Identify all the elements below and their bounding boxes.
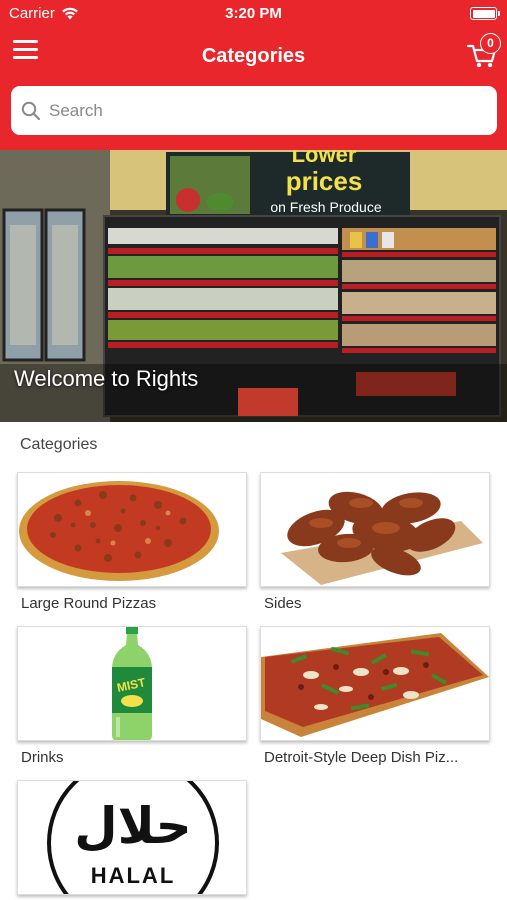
battery-icon [470,7,500,20]
welcome-banner: Lower prices on Fresh Produce Welcome to… [0,150,507,422]
chicken-wings-image [281,491,483,585]
produce-sign-line1: Lower [292,150,357,167]
deep-dish-pizza-image [261,633,489,737]
category-thumbnail: MIST [17,626,247,741]
category-card-detroit-style-deep-dish[interactable]: Detroit-Style Deep Dish Piz... [260,626,490,766]
soda-bottle-image: MIST [112,627,152,740]
top-bar: Carrier 3:20 PM Categories 0 [0,0,507,150]
category-thumbnail: حلال HALAL [17,780,247,895]
halal-logo: حلال HALAL [47,781,219,894]
category-thumbnail [260,472,490,587]
category-card-halal[interactable]: حلال HALAL [17,780,247,895]
category-label: Drinks [21,749,64,766]
category-thumbnail [17,472,247,587]
page-title: Categories [201,45,306,67]
search-input[interactable] [49,100,469,121]
category-thumbnail [260,626,490,741]
halal-text: HALAL [91,863,176,888]
category-card-drinks[interactable]: MIST Drinks [17,626,247,766]
status-time: 3:20 PM [225,5,282,22]
category-card-sides[interactable]: Sides [260,472,490,612]
halal-arabic-text: حلال [74,797,191,855]
search-icon [21,101,41,120]
category-label: Sides [264,595,302,612]
status-bar: Carrier 3:20 PM [0,0,507,28]
category-label: Detroit-Style Deep Dish Piz... [264,749,459,766]
search-bar[interactable] [11,86,497,135]
hamburger-icon [13,40,38,43]
welcome-title: Welcome to Rights [14,366,199,391]
produce-sign-line3: on Fresh Produce [270,199,381,215]
category-card-large-round-pizzas[interactable]: Large Round Pizzas [17,472,247,612]
category-label: Large Round Pizzas [21,595,157,612]
produce-sign-line2: prices [286,166,363,196]
cart-count-badge: 0 [480,33,501,54]
pizza-image [19,481,219,581]
categories-heading: Categories [20,436,98,453]
